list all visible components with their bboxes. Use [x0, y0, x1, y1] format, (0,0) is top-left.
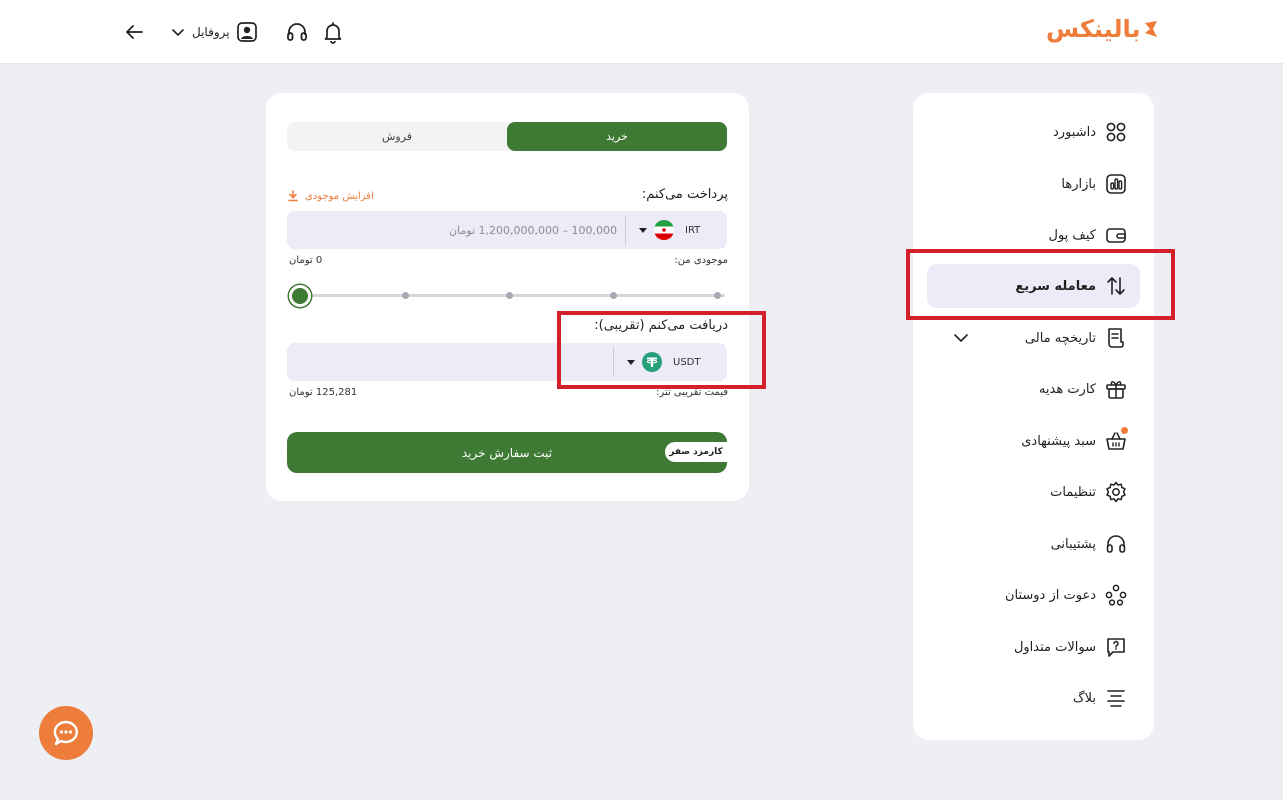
sidebar-item-label: دعوت از دوستان	[1004, 587, 1096, 603]
profile-menu[interactable]: پروفایل	[170, 18, 258, 46]
slider-step[interactable]	[714, 292, 721, 299]
sidebar-item-invite-friends[interactable]: دعوت از دوستان	[927, 573, 1140, 617]
dashboard-icon	[1106, 122, 1126, 142]
slider-step[interactable]	[402, 292, 409, 299]
sidebar: داشبورد بازارها کیف پول معامله سریع تاری…	[913, 93, 1154, 740]
slider-step[interactable]	[610, 292, 617, 299]
sidebar-item-support[interactable]: پشتیبانی	[927, 522, 1140, 566]
pay-currency-code: IRT	[685, 224, 701, 236]
sidebar-item-label: کارت هدیه	[1038, 381, 1096, 397]
submit-buy-order-button[interactable]: ثبت سفارش خرید کارمزد صفر	[287, 432, 727, 473]
receive-amount-input[interactable]	[297, 343, 597, 381]
sidebar-item-blog[interactable]: بلاگ	[927, 676, 1140, 720]
price-label: قیمت تقریبی تتر:	[656, 387, 728, 398]
sidebar-item-label: کیف پول	[1048, 227, 1096, 243]
slider-knob[interactable]	[289, 285, 311, 307]
receipt-icon	[1108, 328, 1124, 348]
sidebar-item-label: تاریخچه مالی	[1024, 330, 1096, 346]
logo-mark-icon	[1144, 21, 1157, 37]
chevron-down-icon	[172, 29, 184, 37]
headset-icon	[1106, 535, 1126, 553]
submit-label: ثبت سفارش خرید	[461, 445, 553, 460]
wallet-icon	[1106, 228, 1126, 243]
tether-icon	[642, 352, 662, 372]
sidebar-item-markets[interactable]: بازارها	[927, 162, 1140, 206]
sidebar-item-label: تنظیمات	[1050, 484, 1096, 500]
headset-icon[interactable]	[284, 19, 310, 45]
sidebar-item-gift-card[interactable]: کارت هدیه	[927, 367, 1140, 411]
field-divider	[625, 215, 626, 245]
pay-amount-input[interactable]	[297, 211, 617, 249]
brand-name: بالینکس	[1046, 15, 1141, 43]
notification-dot	[1121, 427, 1128, 434]
download-icon	[288, 190, 298, 202]
chevron-down-icon[interactable]	[953, 330, 969, 346]
sidebar-item-label: معامله سریع	[1015, 278, 1096, 294]
pay-label: پرداخت می‌کنم:	[641, 187, 728, 202]
sidebar-item-wallet[interactable]: کیف پول	[927, 213, 1140, 257]
receive-field: USDT	[287, 343, 727, 381]
faq-icon	[1107, 638, 1125, 657]
sidebar-item-label: داشبورد	[1053, 124, 1096, 140]
zero-fee-badge: کارمزد صفر	[665, 442, 727, 462]
pay-field: IRT	[287, 211, 727, 249]
buy-sell-tabs: خرید فروش	[287, 122, 727, 151]
field-divider	[613, 347, 614, 377]
gift-icon	[1106, 381, 1126, 399]
topup-link[interactable]: افزایش موجودی	[287, 190, 374, 202]
slider-step[interactable]	[506, 292, 513, 299]
sidebar-item-suggested-basket[interactable]: سبد پیشنهادی	[927, 419, 1140, 463]
profile-label: پروفایل	[192, 25, 230, 39]
sidebar-item-faq[interactable]: سوالات متداول	[927, 625, 1140, 669]
amount-slider[interactable]	[289, 283, 725, 307]
receive-currency-code: USDT	[673, 356, 701, 368]
bell-icon[interactable]	[320, 19, 346, 45]
basket-icon-wrap	[1104, 427, 1128, 453]
sidebar-item-label: بازارها	[1061, 176, 1096, 192]
gear-icon	[1106, 481, 1126, 503]
price-value: 125,281 تومان	[289, 387, 358, 398]
caret-down-icon	[627, 359, 635, 365]
chat-button[interactable]	[39, 706, 93, 760]
balance-label: موجودی من:	[674, 255, 728, 266]
swap-arrows-icon	[1107, 277, 1125, 295]
iran-flag-icon	[654, 220, 674, 240]
topup-label: افزایش موجودی	[305, 190, 374, 202]
markets-icon	[1106, 174, 1126, 194]
sidebar-item-dashboard[interactable]: داشبورد	[927, 110, 1140, 154]
quick-trade-card: خرید فروش پرداخت می‌کنم: افزایش موجودی I…	[266, 93, 749, 501]
balance-value: 0 تومان	[289, 255, 323, 266]
pay-currency-select[interactable]: IRT	[639, 211, 700, 249]
sidebar-item-label: پشتیبانی	[1050, 536, 1096, 552]
tab-buy[interactable]: خرید	[507, 122, 727, 151]
sidebar-item-label: سبد پیشنهادی	[1021, 433, 1096, 449]
sidebar-item-settings[interactable]: تنظیمات	[927, 470, 1140, 514]
sidebar-item-quick-trade[interactable]: معامله سریع	[927, 264, 1140, 308]
caret-down-icon	[639, 227, 647, 233]
invite-icon	[1105, 584, 1127, 606]
receive-label: دریافت می‌کنم (تقریبی):	[594, 318, 728, 333]
receive-currency-select[interactable]: USDT	[627, 343, 700, 381]
blog-icon	[1107, 690, 1125, 707]
sidebar-item-label: سوالات متداول	[1013, 639, 1096, 655]
chat-bubble-icon	[53, 720, 78, 746]
back-arrow-icon[interactable]	[122, 20, 146, 44]
sidebar-item-label: بلاگ	[1072, 690, 1096, 706]
tab-sell[interactable]: فروش	[287, 122, 507, 151]
user-icon	[236, 22, 257, 42]
sidebar-item-financial-history[interactable]: تاریخچه مالی	[927, 316, 1140, 360]
top-header: بالینکس پروفایل	[0, 0, 1283, 64]
brand-logo[interactable]: بالینکس	[1046, 12, 1159, 46]
